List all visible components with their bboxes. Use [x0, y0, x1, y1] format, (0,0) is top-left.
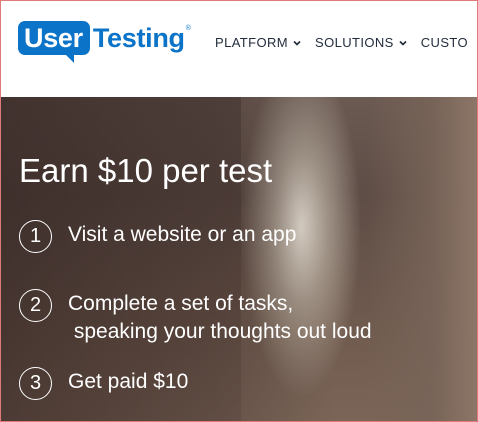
step-text-line: Visit a website or an app [68, 223, 297, 246]
step-3: 3 Get paid $10 [19, 367, 188, 400]
chevron-down-icon [293, 40, 301, 46]
site-header: User Testing ® PLATFORM SOLUTIONS CUSTO [1, 1, 477, 97]
main-nav: PLATFORM SOLUTIONS CUSTO [215, 35, 477, 50]
logo-text-boxed: User [24, 23, 83, 53]
step-text-line: Get paid $10 [68, 370, 189, 393]
step-text: Complete a set of tasks, speaking your t… [68, 290, 372, 346]
nav-item-solutions[interactable]: SOLUTIONS [315, 35, 408, 50]
step-number-badge: 2 [19, 289, 52, 322]
hero-background-photo [367, 97, 477, 421]
chevron-down-icon [399, 40, 407, 46]
usertesting-logo[interactable]: User Testing ® [18, 21, 191, 63]
logo-speech-tail [65, 54, 74, 63]
step-text-line: Complete a set of tasks, [68, 292, 294, 315]
nav-item-platform[interactable]: PLATFORM [215, 35, 302, 50]
step-text: Get paid $10 [68, 368, 188, 396]
nav-item-label: PLATFORM [215, 35, 289, 50]
logo-text-plain: Testing [92, 23, 185, 53]
step-number-badge: 1 [19, 220, 52, 253]
registered-mark: ® [185, 25, 191, 32]
nav-item-customers[interactable]: CUSTO [421, 35, 468, 50]
nav-item-label: CUSTO [420, 35, 469, 50]
hero-title: Earn $10 per test [19, 152, 273, 189]
step-text: Visit a website or an app [68, 221, 296, 249]
step-1: 1 Visit a website or an app [19, 220, 296, 253]
nav-item-label: SOLUTIONS [315, 35, 394, 50]
step-number-badge: 3 [19, 367, 52, 400]
step-text-line: speaking your thoughts out loud [68, 320, 372, 343]
step-2: 2 Complete a set of tasks, speaking your… [19, 289, 372, 346]
browser-viewport: User Testing ® PLATFORM SOLUTIONS CUSTO [0, 0, 478, 422]
logo-box: User [18, 21, 90, 55]
